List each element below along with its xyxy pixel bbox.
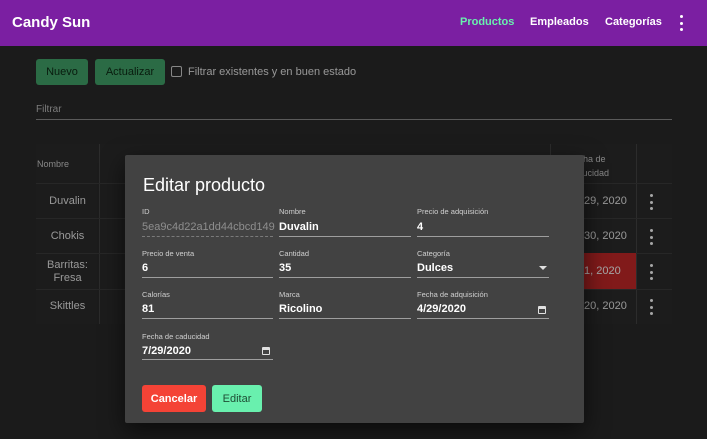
categoria-label: Categoría xyxy=(417,249,450,258)
calorias-field[interactable]: 81 xyxy=(142,303,273,315)
marca-underline xyxy=(279,318,411,319)
fecha-adquisicion-label: Fecha de adquisición xyxy=(417,290,488,299)
edit-product-dialog: Editar producto ID 5ea9c4d22a1dd44cbcd14… xyxy=(125,155,584,423)
chevron-down-icon[interactable] xyxy=(539,266,547,270)
calendar-icon[interactable] xyxy=(262,347,270,355)
calorias-underline xyxy=(142,318,273,319)
nombre-label: Nombre xyxy=(279,207,306,216)
fecha-caducidad-underline xyxy=(142,359,273,360)
precio-venta-underline xyxy=(142,277,273,278)
nav-empleados[interactable]: Empleados xyxy=(530,16,589,28)
calorias-label: Calorías xyxy=(142,290,170,299)
marca-label: Marca xyxy=(279,290,300,299)
calendar-icon[interactable] xyxy=(538,306,546,314)
nav-productos[interactable]: Productos xyxy=(460,16,514,28)
nombre-underline xyxy=(279,236,411,237)
precio-adquisicion-underline xyxy=(417,236,549,237)
precio-adquisicion-label: Precio de adquisición xyxy=(417,207,489,216)
cantidad-field[interactable]: 35 xyxy=(279,262,411,274)
categoria-underline xyxy=(417,277,549,278)
id-label: ID xyxy=(142,207,150,216)
precio-adquisicion-field[interactable]: 4 xyxy=(417,221,549,233)
more-vert-icon[interactable] xyxy=(676,13,686,33)
save-button[interactable]: Editar xyxy=(212,385,262,412)
nombre-field[interactable]: Duvalin xyxy=(279,221,412,233)
nav-categorias[interactable]: Categorías xyxy=(605,16,662,28)
cantidad-label: Cantidad xyxy=(279,249,310,258)
fecha-adquisicion-field[interactable]: 4/29/2020 xyxy=(417,303,527,315)
dialog-title: Editar producto xyxy=(143,175,266,195)
marca-field[interactable]: Ricolino xyxy=(279,303,411,315)
app-brand[interactable]: Candy Sun xyxy=(12,14,90,31)
id-field: 5ea9c4d22a1dd44cbcd149c xyxy=(142,221,275,233)
app-bar: Candy Sun Productos Empleados Categorías xyxy=(0,0,707,46)
cancel-button[interactable]: Cancelar xyxy=(142,385,206,412)
id-underline xyxy=(142,236,273,237)
precio-venta-field[interactable]: 6 xyxy=(142,262,273,274)
fecha-caducidad-label: Fecha de caducidad xyxy=(142,332,210,341)
cantidad-underline xyxy=(279,277,411,278)
fecha-adquisicion-underline xyxy=(417,318,549,319)
precio-venta-label: Precio de venta xyxy=(142,249,195,258)
fecha-caducidad-field[interactable]: 7/29/2020 xyxy=(142,345,252,357)
categoria-select[interactable]: Dulces xyxy=(417,262,527,274)
